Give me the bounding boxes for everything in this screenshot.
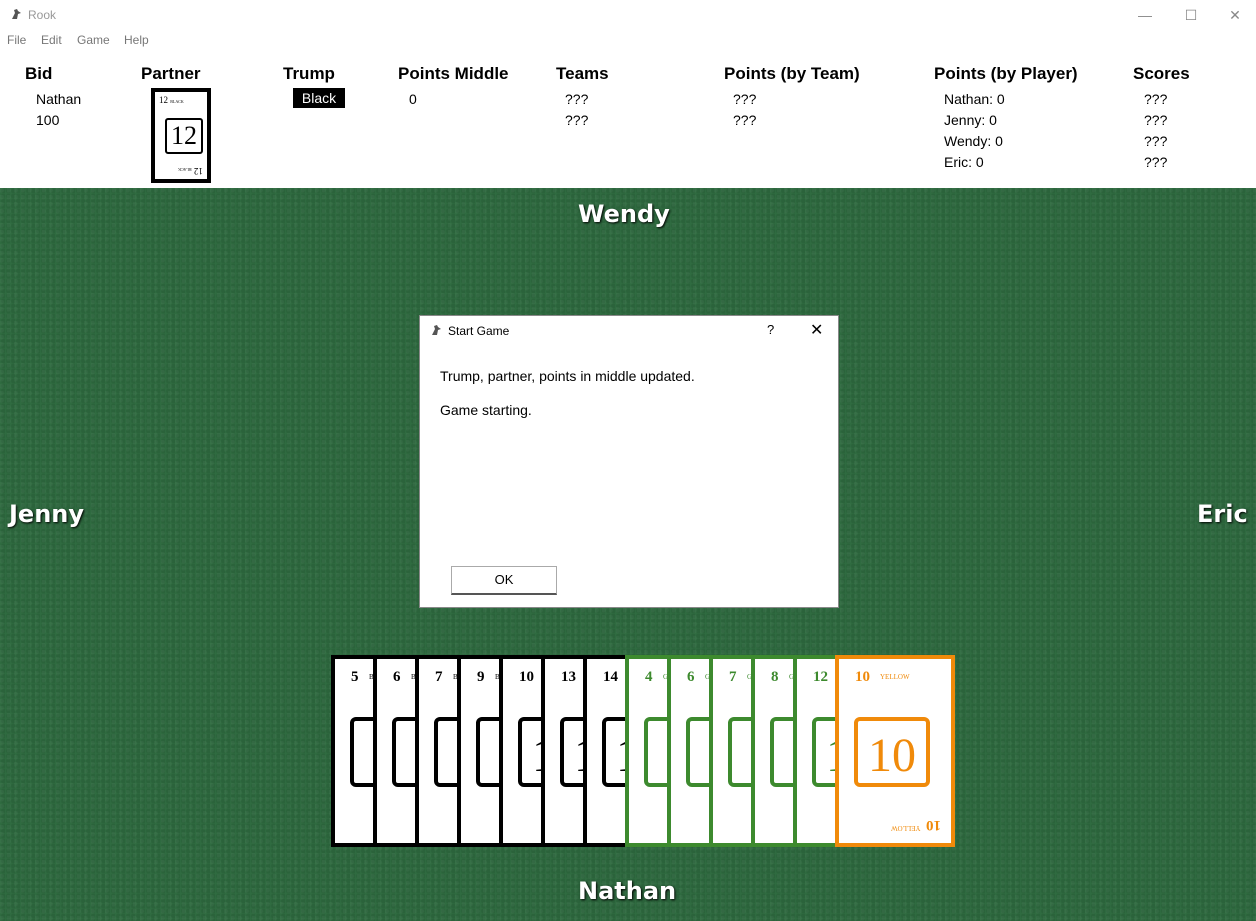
menu-help[interactable]: Help <box>124 33 149 47</box>
dialog-close-button[interactable]: ✕ <box>810 320 823 340</box>
card-corner-number: 10 <box>855 669 870 685</box>
scores-header: Scores <box>1133 64 1190 83</box>
rook-bird-icon <box>12 9 21 19</box>
card-corner-number: 6 <box>687 669 695 685</box>
partner-card-corner: 12 BLACK <box>159 95 184 105</box>
card-corner-number: 14 <box>603 669 618 685</box>
trump-badge: Black <box>293 88 345 108</box>
close-window-button[interactable]: ✕ <box>1212 0 1256 30</box>
rook-bird-icon <box>432 325 441 335</box>
card-corner-number: 7 <box>435 669 443 685</box>
team-1-points: ??? <box>733 91 757 107</box>
card-color-label: YELLOW <box>880 673 910 681</box>
player-eric: Eric <box>1197 500 1248 528</box>
maximize-button[interactable]: ☐ <box>1168 0 1214 30</box>
card-corner-number: 10 <box>519 669 534 685</box>
partner-header: Partner <box>141 64 201 83</box>
ok-button[interactable]: OK <box>451 566 557 595</box>
menu-edit[interactable]: Edit <box>41 33 62 47</box>
card-corner-number: 6 <box>393 669 401 685</box>
player-jenny: Jenny <box>9 500 85 528</box>
points-player-header: Points (by Player) <box>934 64 1078 83</box>
bid-player: Nathan <box>36 91 82 107</box>
menu-bar: File Edit Game Help <box>0 30 1256 52</box>
player-points-nathan: Nathan: 0 <box>944 91 1005 107</box>
card-color-label-rotated: YELLOW <box>891 824 921 832</box>
points-team-header: Points (by Team) <box>724 64 860 83</box>
minimize-button[interactable]: — <box>1122 0 1168 30</box>
player-points-jenny: Jenny: 0 <box>944 112 997 128</box>
card-corner-number: 4 <box>645 669 653 685</box>
dialog-message-line1: Trump, partner, points in middle updated… <box>440 368 695 384</box>
card-corner-number: 7 <box>729 669 737 685</box>
team-2-points: ??? <box>733 112 757 128</box>
hand-card[interactable]: 10 YELLOW 10 10 YELLOW <box>835 655 955 847</box>
score-1: ??? <box>1144 91 1168 107</box>
menu-file[interactable]: File <box>7 33 26 47</box>
window-title: Rook <box>28 8 57 22</box>
score-3: ??? <box>1144 133 1168 149</box>
score-4: ??? <box>1144 154 1168 170</box>
partner-card-number: 12 <box>165 118 203 154</box>
dialog-title: Start Game <box>448 324 510 338</box>
help-button[interactable]: ? <box>767 322 774 337</box>
player-nathan: Nathan <box>578 877 677 905</box>
trump-header: Trump <box>283 64 335 83</box>
player-points-wendy: Wendy: 0 <box>944 133 1003 149</box>
title-bar: Rook — ☐ ✕ <box>0 0 1256 30</box>
card-center-number: 10 <box>854 717 930 787</box>
card-corner-number: 12 <box>813 669 828 685</box>
game-info-panel: Bid Partner Trump Points Middle Teams Po… <box>0 52 1256 188</box>
card-corner-number: 5 <box>351 669 359 685</box>
card-corner-number: 13 <box>561 669 576 685</box>
card-corner-number: 9 <box>477 669 485 685</box>
partner-card-corner-rotated: 12 BLACK <box>178 166 203 176</box>
start-game-dialog: Start Game ? ✕ Trump, partner, points in… <box>419 315 839 608</box>
card-corner-number-rotated: 10 <box>926 817 941 833</box>
menu-game[interactable]: Game <box>77 33 110 47</box>
points-middle-value: 0 <box>409 91 417 107</box>
team-1: ??? <box>565 91 589 107</box>
team-2: ??? <box>565 112 589 128</box>
player-wendy: Wendy <box>578 200 670 228</box>
dialog-message-line2: Game starting. <box>440 402 532 418</box>
teams-header: Teams <box>556 64 609 83</box>
partner-card: 12 BLACK 12 12 BLACK <box>151 88 211 183</box>
card-corner-number: 8 <box>771 669 779 685</box>
score-2: ??? <box>1144 112 1168 128</box>
points-middle-header: Points Middle <box>398 64 509 83</box>
player-points-eric: Eric: 0 <box>944 154 984 170</box>
bid-header: Bid <box>25 64 53 83</box>
bid-amount: 100 <box>36 112 60 128</box>
